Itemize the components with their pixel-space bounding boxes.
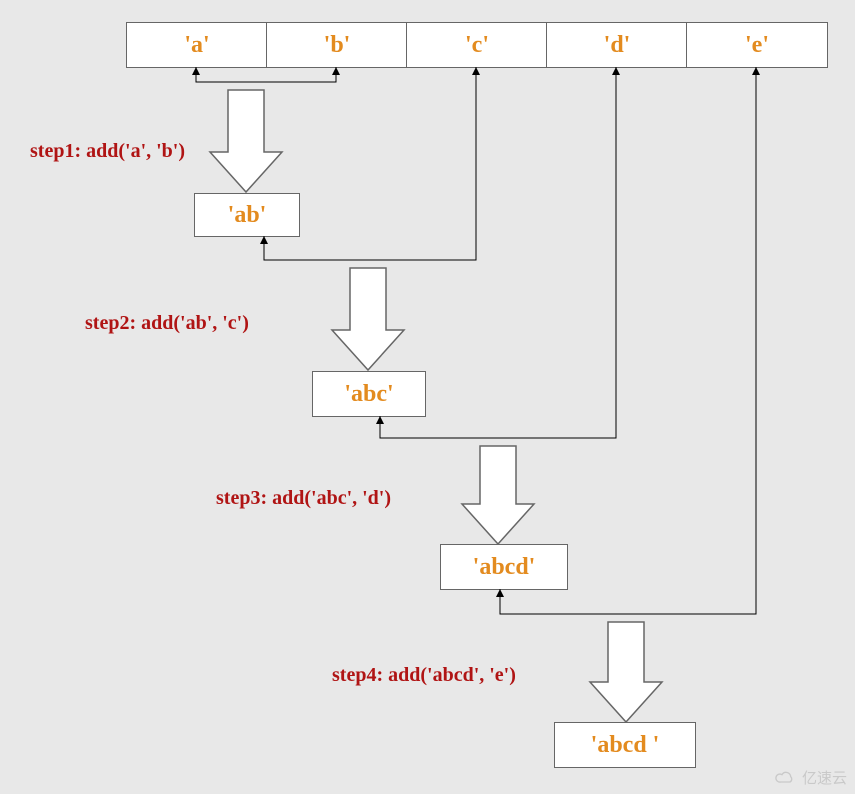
- step2-label: step2: add('ab', 'c'): [85, 312, 249, 335]
- array-cell-d: 'd': [546, 22, 688, 68]
- watermark-text: 亿速云: [802, 767, 847, 788]
- result-abcde: 'abcd ': [554, 722, 696, 768]
- step3-label: step3: add('abc', 'd'): [216, 487, 391, 510]
- array-cell-e: 'e': [686, 22, 828, 68]
- step4-label: step4: add('abcd', 'e'): [332, 664, 516, 687]
- array-cell-c: 'c': [406, 22, 548, 68]
- result-ab: 'ab': [194, 193, 300, 237]
- step1-label: step1: add('a', 'b'): [30, 140, 185, 163]
- watermark: 亿速云: [774, 767, 847, 788]
- result-abc: 'abc': [312, 371, 426, 417]
- result-abcd: 'abcd': [440, 544, 568, 590]
- cloud-icon: [774, 771, 798, 785]
- array-cell-a: 'a': [126, 22, 268, 68]
- array-cell-b: 'b': [266, 22, 408, 68]
